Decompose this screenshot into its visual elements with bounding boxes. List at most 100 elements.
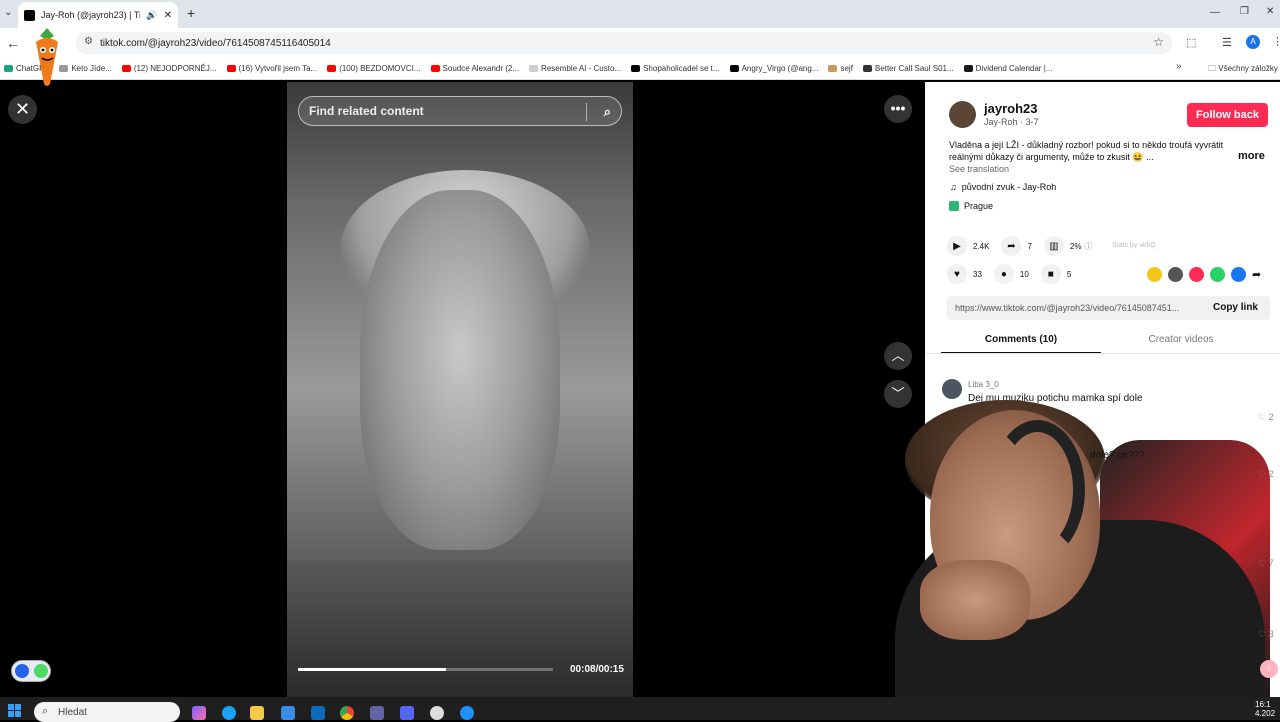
bookmark-favicon-icon <box>121 65 131 72</box>
outlook-icon[interactable] <box>311 706 325 720</box>
comments-stat[interactable]: ● 10 <box>993 264 1029 284</box>
clock-app-icon[interactable] <box>430 706 444 720</box>
more-options-button[interactable]: ••• <box>884 95 912 123</box>
edge-icon[interactable] <box>222 706 236 720</box>
author-username[interactable]: jayroh23 <box>984 101 1037 116</box>
video-time: 00:08/00:15 <box>570 664 624 675</box>
search-placeholder: Find related content <box>309 104 424 118</box>
new-tab-button[interactable]: + <box>187 5 195 21</box>
taskbar-clock[interactable]: 16:1 4.202 <box>1255 700 1275 718</box>
bookmark-item[interactable]: (12) NEJODPORNĚJ... <box>121 64 217 73</box>
tab-creator-videos[interactable]: Creator videos <box>1101 330 1261 354</box>
tab-list-button[interactable]: ⌄ <box>4 7 12 18</box>
browser-tab[interactable]: Jay-Roh (@jayroh23) | TikTo 🔊 ✕ <box>18 2 178 28</box>
discord-icon[interactable] <box>400 706 414 720</box>
bookmark-favicon-icon <box>862 65 872 72</box>
profile-avatar[interactable]: A <box>1246 35 1260 49</box>
tab-comments[interactable]: Comments (10) <box>941 330 1101 354</box>
heart-icon[interactable]: ♥ <box>947 264 967 284</box>
all-bookmarks-folder[interactable]: 🗀 Všechny záložky <box>1208 63 1278 77</box>
bookmark-item[interactable]: Soudce Alexandr (2... <box>430 64 520 73</box>
bookmark-item[interactable]: Better Call Saul S01... <box>862 64 954 73</box>
bookmarks-overflow-icon[interactable]: » <box>1176 61 1182 72</box>
music-link[interactable]: ♫ původní zvuk - Jay-Roh <box>950 182 1056 192</box>
file-explorer-icon[interactable] <box>250 706 264 720</box>
bookmark-item[interactable]: sejf <box>828 64 853 73</box>
extensions-icon[interactable]: ⬚ <box>1186 36 1196 49</box>
share-more-icon[interactable]: ➦ <box>1252 268 1261 281</box>
saves-stat[interactable]: ■ 5 <box>1040 264 1072 284</box>
comment-like-3[interactable]: ♡ 7 <box>1258 558 1274 569</box>
comment-like-count: 3 <box>1268 629 1274 639</box>
comment-username[interactable]: Liba 3_0 <box>968 380 999 389</box>
embed-icon[interactable] <box>1168 267 1183 282</box>
speaker-icon[interactable]: 🔊 <box>146 10 157 21</box>
location-tag[interactable]: Prague <box>949 201 993 211</box>
likes-stat[interactable]: ♥ 33 <box>947 264 982 284</box>
bookmark-item[interactable]: (100) BEZDOMOVCI... <box>327 64 421 73</box>
teams-icon[interactable] <box>370 706 384 720</box>
comment-avatar[interactable] <box>942 379 962 399</box>
find-related-search[interactable]: Find related content ⌕ <box>298 96 622 126</box>
info-icon[interactable]: ⓘ <box>1084 241 1092 252</box>
bookmark-item[interactable]: Keto Jíde... <box>59 64 112 73</box>
author-avatar[interactable] <box>949 101 976 128</box>
send-icon[interactable] <box>1189 267 1204 282</box>
bookmark-star-icon[interactable]: ☆ <box>1153 35 1164 49</box>
bookmark-item[interactable]: Dividend Calendar |... <box>963 64 1052 73</box>
browser-menu-icon[interactable]: ⋮ <box>1272 35 1280 48</box>
comment-like-4[interactable]: ♡ 3 <box>1258 629 1274 640</box>
back-icon[interactable]: ← <box>6 35 20 51</box>
comment-like-2[interactable]: ♡ 2 <box>1258 469 1274 480</box>
bookmark-label: Soudce Alexandr (2... <box>442 64 520 73</box>
like-heart-icon: ♡ <box>1258 558 1267 568</box>
likes-count: 33 <box>973 269 982 279</box>
maximize-button[interactable]: ❐ <box>1240 6 1249 17</box>
close-tab-icon[interactable]: ✕ <box>164 10 172 21</box>
next-video-button[interactable]: ﹀ <box>884 380 912 408</box>
store-icon[interactable] <box>281 706 295 720</box>
video-progress-bar[interactable] <box>298 668 553 671</box>
bar-chart-icon: ▥ <box>1043 236 1064 256</box>
comment-text-partial: dole? ce??? <box>1090 450 1145 461</box>
bookmark-icon[interactable]: ■ <box>1040 264 1061 284</box>
tab-strip: ⌄ Jay-Roh (@jayroh23) | TikTo 🔊 ✕ + — ❐ … <box>0 0 1280 28</box>
video-link-box[interactable]: https://www.tiktok.com/@jayroh23/video/7… <box>947 296 1270 320</box>
bookmark-item[interactable]: (16) Vytvořil jsem Ta... <box>226 64 317 73</box>
bookmark-item[interactable]: Angry_Virgo (@ang... <box>729 64 818 73</box>
see-translation-link[interactable]: See translation <box>949 164 1009 174</box>
bookmark-favicon-icon <box>430 65 440 72</box>
repost-icon[interactable] <box>1147 267 1162 282</box>
autoscroll-toggle[interactable] <box>11 660 51 682</box>
media-app-icon[interactable] <box>460 706 474 720</box>
tiktok-favicon-icon <box>24 9 35 21</box>
minimize-button[interactable]: — <box>1210 7 1220 18</box>
bookmark-favicon-icon <box>631 65 641 72</box>
whatsapp-icon[interactable] <box>1210 267 1225 282</box>
previous-video-button[interactable]: ︿ <box>884 342 912 370</box>
post-comment-button[interactable]: ↑ <box>1260 660 1278 678</box>
site-info-icon[interactable]: ⚙ <box>84 36 93 47</box>
carrot-mascot-icon <box>36 28 58 86</box>
panel-tabs: Comments (10) Creator videos <box>941 330 1261 354</box>
comment-icon[interactable]: ● <box>993 264 1014 284</box>
bookmark-item[interactable]: Resemble AI - Custo... <box>529 64 621 73</box>
bookmark-item[interactable]: Shopaholicadel se t... <box>631 64 720 73</box>
windows-start-icon[interactable] <box>8 704 22 718</box>
chrome-icon[interactable] <box>340 706 354 720</box>
taskbar-search[interactable]: ⌕ Hledat <box>34 702 180 722</box>
comment-like-1[interactable]: ♡ 2 <box>1258 412 1274 423</box>
close-window-button[interactable]: ✕ <box>1266 6 1274 17</box>
saves-count: 5 <box>1066 269 1072 279</box>
facebook-icon[interactable] <box>1231 267 1246 282</box>
media-icon[interactable]: ☰ <box>1222 36 1232 49</box>
search-icon[interactable]: ⌕ <box>604 104 611 120</box>
more-link[interactable]: more <box>1238 150 1265 162</box>
author-subtitle: Jay-Roh · 3-7 <box>984 117 1039 127</box>
copilot-icon[interactable] <box>192 706 206 720</box>
url-field[interactable]: ⚙ tiktok.com/@jayroh23/video/76145087451… <box>76 32 1172 54</box>
bookmark-favicon-icon <box>963 65 973 72</box>
copy-link-button[interactable]: Copy link <box>1213 302 1258 313</box>
close-video-button[interactable]: ✕ <box>8 95 37 124</box>
follow-back-button[interactable]: Follow back <box>1187 103 1268 127</box>
